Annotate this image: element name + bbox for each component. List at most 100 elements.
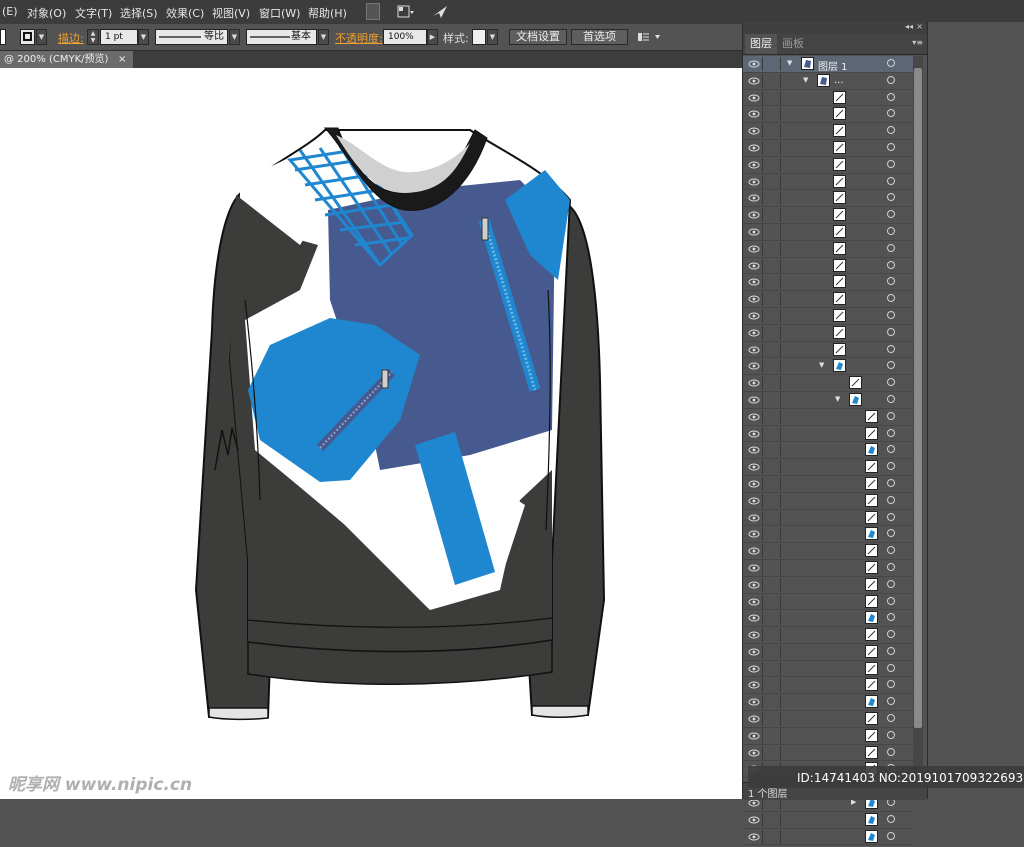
layer-row[interactable] xyxy=(743,240,913,258)
visibility-eye-icon[interactable] xyxy=(746,208,763,223)
visibility-eye-icon[interactable] xyxy=(746,292,763,307)
visibility-eye-icon[interactable] xyxy=(746,594,763,609)
target-circle-icon[interactable] xyxy=(887,478,895,487)
target-circle-icon[interactable] xyxy=(887,512,895,521)
visibility-eye-icon[interactable] xyxy=(746,829,763,844)
visibility-eye-icon[interactable] xyxy=(746,409,763,424)
stroke-weight-dropdown[interactable]: ▼ xyxy=(138,29,149,45)
close-panel-icon[interactable]: × xyxy=(916,22,923,31)
lock-toggle[interactable] xyxy=(764,577,781,592)
lock-toggle[interactable] xyxy=(764,191,781,206)
layer-row[interactable] xyxy=(743,543,913,560)
lock-toggle[interactable] xyxy=(764,728,781,743)
visibility-eye-icon[interactable] xyxy=(746,560,763,575)
expand-triangle-icon[interactable]: ▼ xyxy=(835,395,840,403)
target-circle-icon[interactable] xyxy=(887,445,895,454)
visibility-eye-icon[interactable] xyxy=(746,460,763,475)
close-tab-icon[interactable]: × xyxy=(118,51,126,68)
menu-view[interactable]: 视图(V) xyxy=(212,5,250,21)
layer-row[interactable] xyxy=(743,207,913,224)
visibility-eye-icon[interactable] xyxy=(746,493,763,508)
menu-help[interactable]: 帮助(H) xyxy=(308,5,347,21)
layer-row[interactable] xyxy=(743,509,913,527)
visibility-eye-icon[interactable] xyxy=(746,812,763,827)
brush-dropdown[interactable]: ▼ xyxy=(318,29,329,45)
target-circle-icon[interactable] xyxy=(887,680,895,689)
workspace-layout-icon[interactable] xyxy=(397,3,415,20)
visibility-eye-icon[interactable] xyxy=(746,443,763,458)
menu-select[interactable]: 选择(S) xyxy=(120,5,158,21)
stroke-label[interactable]: 描边: xyxy=(58,30,84,46)
target-circle-icon[interactable] xyxy=(887,579,895,588)
lock-toggle[interactable] xyxy=(764,560,781,575)
layer-row[interactable] xyxy=(743,324,913,342)
lock-toggle[interactable] xyxy=(764,745,781,760)
visibility-eye-icon[interactable] xyxy=(746,527,763,542)
target-circle-icon[interactable] xyxy=(887,310,895,319)
layer-row[interactable] xyxy=(743,459,913,476)
lock-toggle[interactable] xyxy=(764,476,781,491)
layer-row[interactable]: ▼ 图层 1 xyxy=(743,56,913,73)
target-circle-icon[interactable] xyxy=(887,277,895,286)
target-circle-icon[interactable] xyxy=(887,814,895,823)
opacity-field[interactable]: 100% xyxy=(383,29,427,45)
visibility-eye-icon[interactable] xyxy=(746,107,763,122)
bridge-icon[interactable] xyxy=(366,3,380,20)
lock-toggle[interactable] xyxy=(764,325,781,340)
visibility-eye-icon[interactable] xyxy=(746,174,763,189)
layer-row[interactable] xyxy=(743,123,913,140)
target-circle-icon[interactable] xyxy=(887,495,895,504)
visibility-eye-icon[interactable] xyxy=(746,224,763,239)
lock-toggle[interactable] xyxy=(764,376,781,391)
layer-name[interactable]: ... xyxy=(834,75,844,86)
visibility-eye-icon[interactable] xyxy=(746,258,763,273)
target-circle-icon[interactable] xyxy=(887,294,895,303)
lock-toggle[interactable] xyxy=(764,594,781,609)
target-circle-icon[interactable] xyxy=(887,92,895,101)
lock-toggle[interactable] xyxy=(764,275,781,290)
stroke-color-dropdown[interactable]: ▼ xyxy=(36,29,47,45)
layer-row[interactable] xyxy=(743,811,913,829)
layer-row[interactable]: ▼ xyxy=(743,358,913,376)
layer-row[interactable] xyxy=(743,425,913,443)
target-circle-icon[interactable] xyxy=(887,226,895,235)
lock-toggle[interactable] xyxy=(764,661,781,676)
expand-triangle-icon[interactable]: ▼ xyxy=(787,59,792,67)
opacity-label[interactable]: 不透明度: xyxy=(335,30,383,46)
layer-row[interactable] xyxy=(743,475,913,493)
target-circle-icon[interactable] xyxy=(887,59,895,67)
lock-toggle[interactable] xyxy=(764,157,781,172)
lock-toggle[interactable] xyxy=(764,409,781,424)
lock-toggle[interactable] xyxy=(764,208,781,223)
visibility-eye-icon[interactable] xyxy=(746,628,763,643)
tab-layers[interactable]: 图层 xyxy=(745,34,777,54)
layer-row[interactable] xyxy=(743,492,913,510)
layer-row[interactable] xyxy=(743,257,913,275)
lock-toggle[interactable] xyxy=(764,308,781,323)
expand-triangle-icon[interactable]: ▼ xyxy=(819,361,824,369)
layer-row[interactable] xyxy=(743,694,913,712)
target-circle-icon[interactable] xyxy=(887,831,895,840)
tab-artboards[interactable]: 画板 xyxy=(777,34,809,54)
graphic-style-swatch[interactable] xyxy=(472,29,486,45)
lock-toggle[interactable] xyxy=(764,812,781,827)
menu-window[interactable]: 窗口(W) xyxy=(259,5,300,21)
target-circle-icon[interactable] xyxy=(887,260,895,269)
visibility-eye-icon[interactable] xyxy=(746,611,763,626)
visibility-eye-icon[interactable] xyxy=(746,342,763,357)
target-circle-icon[interactable] xyxy=(887,75,895,84)
layer-row[interactable]: ▼... xyxy=(743,72,913,90)
visibility-eye-icon[interactable] xyxy=(746,644,763,659)
lock-toggle[interactable] xyxy=(764,124,781,139)
menu-edit[interactable]: (E) xyxy=(2,5,18,18)
lock-toggle[interactable] xyxy=(764,224,781,239)
lock-toggle[interactable] xyxy=(764,460,781,475)
target-circle-icon[interactable] xyxy=(887,142,895,151)
lock-toggle[interactable] xyxy=(764,426,781,441)
visibility-eye-icon[interactable] xyxy=(746,275,763,290)
target-circle-icon[interactable] xyxy=(887,344,895,353)
target-circle-icon[interactable] xyxy=(887,747,895,756)
visibility-eye-icon[interactable] xyxy=(746,728,763,743)
visibility-eye-icon[interactable] xyxy=(746,124,763,139)
layer-row[interactable] xyxy=(743,828,913,846)
